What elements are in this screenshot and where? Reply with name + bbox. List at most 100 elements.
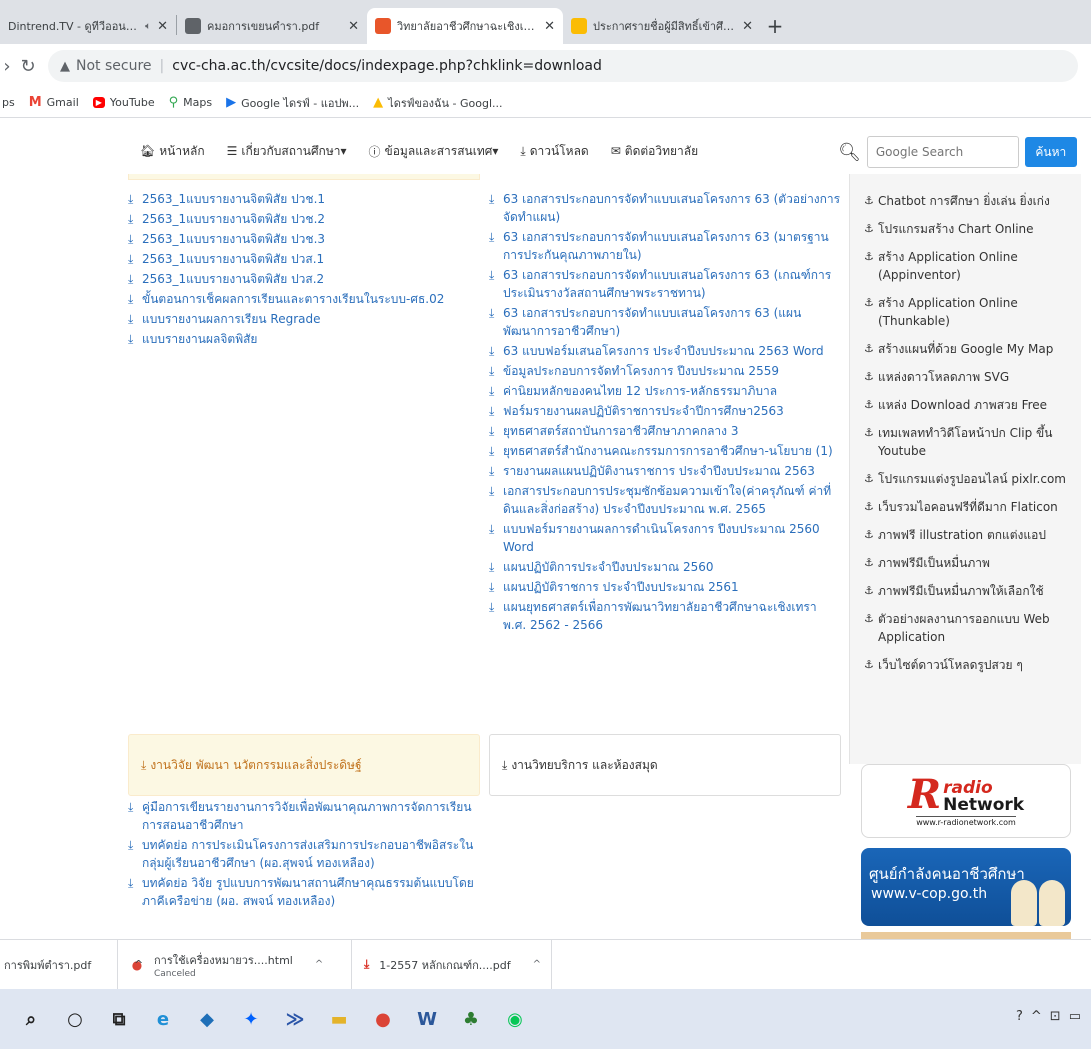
download-link[interactable]: ⤓ แบบรายงานผลการเรียน Regrade bbox=[128, 310, 484, 328]
anchor-icon: ⚓︎ bbox=[864, 194, 874, 207]
download-link[interactable]: ⤓ แผนปฏิบัติราชการ ประจำปีงบประมาณ 2561 bbox=[489, 578, 841, 596]
sidebar-link[interactable]: ⚓︎ โปรแกรมสร้าง Chart Online bbox=[864, 220, 1078, 238]
download-link[interactable]: ⤓ แผนยุทธศาสตร์เพื่อการพัฒนาวิทยาลัยอาชีว… bbox=[489, 598, 841, 634]
sidebar-link[interactable]: ⚓︎ ตัวอย่างผลงานการออกแบบ Web Application bbox=[864, 610, 1078, 646]
new-tab-button[interactable]: + bbox=[761, 8, 789, 44]
bookmark-item[interactable]: ▶ YouTube bbox=[92, 96, 155, 109]
bookmark-item[interactable]: M Gmail bbox=[29, 95, 79, 110]
download-link[interactable]: ⤓ 63 เอกสารประกอบการจัดทำแบบเสนอโครงการ 6… bbox=[489, 266, 841, 302]
sidebar-link[interactable]: ⚓︎ ภาพฟรีมีเป็นหมื่นภาพ bbox=[864, 554, 1078, 572]
chevron-up-icon[interactable]: ^ bbox=[533, 959, 541, 970]
taskbar-search-icon[interactable]: ⌕ bbox=[12, 1000, 50, 1038]
tray-icon[interactable]: ⊡ bbox=[1050, 1009, 1061, 1024]
download-link-text: 2563_1แบบรายงานจิตพิสัย ปวช.3 bbox=[142, 232, 326, 246]
download-link[interactable]: ⤓ ยุทธศาสตร์สถาบันการอาชีวศึกษาภาคกลาง 3 bbox=[489, 422, 841, 440]
nav-item-home[interactable]: 🏠︎ หน้าหลัก bbox=[140, 142, 205, 161]
browser-tab[interactable]: ประกาศรายชื่อผู้มีสิทธิ์เข้าศึกษาต่อ(โค ✕ bbox=[563, 8, 761, 44]
bookmark-item[interactable]: ▲ ไดรฟ์ของฉัน - Googl... bbox=[373, 94, 502, 112]
vcop-banner[interactable]: ศูนย์กำลังคนอาชีวศึกษา www.v-cop.go.th bbox=[861, 848, 1071, 926]
nav-item-download[interactable]: ⤓ ดาวน์โหลด bbox=[520, 142, 588, 161]
taskbar-chrome-icon[interactable]: ● bbox=[364, 1000, 402, 1038]
bookmark-item[interactable]: ps bbox=[2, 96, 15, 109]
vcop-banner-title: ศูนย์กำลังคนอาชีวศึกษา bbox=[869, 865, 1025, 883]
download-link[interactable]: ⤓ ค่านิยมหลักของคนไทย 12 ประการ-หลักธรรมา… bbox=[489, 382, 841, 400]
taskbar-dropbox-icon[interactable]: ✦ bbox=[232, 1000, 270, 1038]
download-link[interactable]: ⤓ 63 เอกสารประกอบการจัดทำแบบเสนอโครงการ 6… bbox=[489, 190, 841, 226]
tray-icon[interactable]: ? bbox=[1016, 1009, 1023, 1024]
download-link[interactable]: ⤓ 63 เอกสารประกอบการจัดทำแบบเสนอโครงการ 6… bbox=[489, 304, 841, 340]
download-link[interactable]: ⤓ 2563_1แบบรายงานจิตพิสัย ปวช.2 bbox=[128, 210, 484, 228]
google-search-input[interactable] bbox=[866, 136, 1019, 168]
sidebar-link[interactable]: ⚓︎ เว็บไซต์ดาวน์โหลดรูปสวย ๆ bbox=[864, 656, 1078, 674]
taskbar-powershell-icon[interactable]: ≫ bbox=[276, 1000, 314, 1038]
nav-item-list[interactable]: ☰ เกี่ยวกับสถานศึกษา▾ bbox=[227, 142, 347, 161]
tab-close-icon[interactable]: ✕ bbox=[157, 19, 168, 34]
sidebar-link[interactable]: ⚓︎ เทมเพลททำวิดีโอหน้าปก Clip ขึ้น Youtub… bbox=[864, 424, 1078, 460]
chevron-up-icon[interactable]: ^ bbox=[315, 959, 323, 970]
download-link[interactable]: ⤓ บทคัดย่อ วิจัย รูปแบบการพัฒนาสถานศึกษาค… bbox=[128, 874, 484, 910]
download-link[interactable]: ⤓ 2563_1แบบรายงานจิตพิสัย ปวส.2 bbox=[128, 270, 484, 288]
download-link[interactable]: ⤓ เอกสารประกอบการประชุมซักซ้อมความเข้าใจ(… bbox=[489, 482, 841, 518]
download-link[interactable]: ⤓ 63 แบบฟอร์มเสนอโครงการ ประจำปีงบประมาณ … bbox=[489, 342, 841, 360]
sidebar-link[interactable]: ⚓︎ Chatbot การศึกษา ยิ่งเล่น ยิ่งเก่ง bbox=[864, 192, 1078, 210]
sidebar-link[interactable]: ⚓︎ สร้าง Application Online (Appinventor) bbox=[864, 248, 1078, 284]
search-icon: 🔍︎ bbox=[838, 141, 861, 163]
download-link[interactable]: ⤓ รายงานผลแผนปฏิบัติงานราชการ ประจำปีงบปร… bbox=[489, 462, 841, 480]
anchor-icon: ⚓︎ bbox=[864, 584, 874, 597]
tab-audio-icon[interactable]: 🔈︎ bbox=[145, 21, 151, 32]
sidebar-link[interactable]: ⚓︎ สร้างแผนที่ด้วย Google My Map bbox=[864, 340, 1078, 358]
download-link[interactable]: ⤓ แบบฟอร์มรายงานผลการดำเนินโครงการ ปีงบปร… bbox=[489, 520, 841, 556]
taskbar-cortana-icon[interactable]: ○ bbox=[56, 1000, 94, 1038]
download-link[interactable]: ⤓ ข้อมูลประกอบการจัดทำโครงการ ปีงบประมาณ … bbox=[489, 362, 841, 380]
download-link[interactable]: ⤓ ฟอร์มรายงานผลปฏิบัติราชการประจำปีการศึก… bbox=[489, 402, 841, 420]
tab-close-icon[interactable]: ✕ bbox=[742, 19, 753, 34]
tray-icon[interactable]: ▭ bbox=[1069, 1009, 1081, 1024]
tray-icon[interactable]: ^ bbox=[1031, 1009, 1042, 1024]
sidebar-link[interactable]: ⚓︎ แหล่งดาวโหลดภาพ SVG bbox=[864, 368, 1078, 386]
sidebar-link[interactable]: ⚓︎ แหล่ง Download ภาพสวย Free bbox=[864, 396, 1078, 414]
sidebar-link[interactable]: ⚓︎ ภาพฟรีมีเป็นหมื่นภาพให้เลือกใช้ bbox=[864, 582, 1078, 600]
taskbar-store-icon[interactable]: ◆ bbox=[188, 1000, 226, 1038]
browser-tab[interactable]: Dintrend.TV - ดูทีวีออนไลน์ ภ🔈︎ ✕ bbox=[0, 8, 176, 44]
sidebar-link[interactable]: ⚓︎ เว็บรวมไอคอนฟรีที่ดีมาก Flaticon bbox=[864, 498, 1078, 516]
download-link[interactable]: ⤓ 2563_1แบบรายงานจิตพิสัย ปวช.3 bbox=[128, 230, 484, 248]
browser-tab[interactable]: คมอการเขยนคำรา.pdf ✕ bbox=[177, 8, 367, 44]
tab-close-icon[interactable]: ✕ bbox=[544, 19, 555, 34]
download-item[interactable]: ● การใช้เครื่องหมายวร....html Canceled ^ bbox=[118, 939, 352, 990]
download-link[interactable]: ⤓ แบบรายงานผลจิตพิสัย bbox=[128, 330, 484, 348]
sidebar-link[interactable]: ⚓︎ ภาพฟรี illustration ตกแต่งแอป bbox=[864, 526, 1078, 544]
bookmark-item[interactable]: ⚲ Maps bbox=[169, 95, 212, 110]
sidebar-link[interactable]: ⚓︎ สร้าง Application Online (Thunkable) bbox=[864, 294, 1078, 330]
taskbar-task-view-icon[interactable]: ⧉ bbox=[100, 1000, 138, 1038]
download-item[interactable]: ⤓ 1-2557 หลักเกณฑ์ก....pdf ^ bbox=[352, 939, 552, 990]
download-link[interactable]: ⤓ 2563_1แบบรายงานจิตพิสัย ปวช.1 bbox=[128, 190, 484, 208]
chevron-up-icon[interactable]: ^ bbox=[134, 958, 143, 971]
sidebar-link[interactable]: ⚓︎ โปรแกรมแต่งรูปออนไลน์ pixlr.com bbox=[864, 470, 1078, 488]
bookmark-item[interactable]: ▶ Google ไดรฟ์ - แอปพ... bbox=[226, 94, 359, 112]
radio-network-banner[interactable]: R radio Network www.r-radionetwork.com bbox=[861, 764, 1071, 838]
address-bar[interactable]: ▲ Not secure | cvc-cha.ac.th/cvcsite/doc… bbox=[48, 50, 1078, 82]
download-link[interactable]: ⤓ 2563_1แบบรายงานจิตพิสัย ปวส.1 bbox=[128, 250, 484, 268]
download-link[interactable]: ⤓ แผนปฏิบัติการประจำปีงบประมาณ 2560 bbox=[489, 558, 841, 576]
tab-close-icon[interactable]: ✕ bbox=[348, 19, 359, 34]
taskbar-explorer-icon[interactable]: ▬ bbox=[320, 1000, 358, 1038]
taskbar-edge-icon[interactable]: e bbox=[144, 1000, 182, 1038]
sidebar-link-text: สร้าง Application Online (Thunkable) bbox=[878, 296, 1018, 328]
download-link[interactable]: ⤓ ขั้นตอนการเช็คผลการเรียนและตารางเรียนใน… bbox=[128, 290, 484, 308]
forward-icon[interactable]: › bbox=[0, 56, 14, 77]
download-link[interactable]: ⤓ 63 เอกสารประกอบการจัดทำแบบเสนอโครงการ 6… bbox=[489, 228, 841, 264]
search-button[interactable]: ค้นหา bbox=[1024, 137, 1077, 167]
taskbar-word-icon[interactable]: W bbox=[408, 1000, 446, 1038]
reload-icon[interactable]: ↻ bbox=[14, 56, 42, 77]
taskbar-app-icon[interactable]: ♣ bbox=[452, 1000, 490, 1038]
download-link[interactable]: ⤓ คู่มือการเขียนรายงานการวิจัยเพื่อพัฒนาค… bbox=[128, 798, 484, 834]
anchor-icon: ⚓︎ bbox=[864, 342, 874, 355]
browser-tab[interactable]: วิทยาลัยอาชีวศึกษาฉะเชิงเทรา สถาบัน ✕ bbox=[367, 8, 563, 44]
taskbar-line-icon[interactable]: ◉ bbox=[496, 1000, 534, 1038]
nav-item-mail[interactable]: ✉ ติดต่อวิทยาลัย bbox=[611, 142, 698, 161]
download-icon: ⤓ bbox=[489, 268, 495, 282]
download-item[interactable]: การพิมพ์ตำรา.pdf bbox=[0, 939, 118, 990]
download-link[interactable]: ⤓ บทคัดย่อ การประเมินโครงการส่งเสริมการปร… bbox=[128, 836, 484, 872]
download-link[interactable]: ⤓ ยุทธศาสตร์สำนักงานคณะกรรมการการอาชีวศึก… bbox=[489, 442, 841, 460]
nav-item-info[interactable]: ⓘ ข้อมูลและสารสนเทศ▾ bbox=[369, 142, 499, 161]
